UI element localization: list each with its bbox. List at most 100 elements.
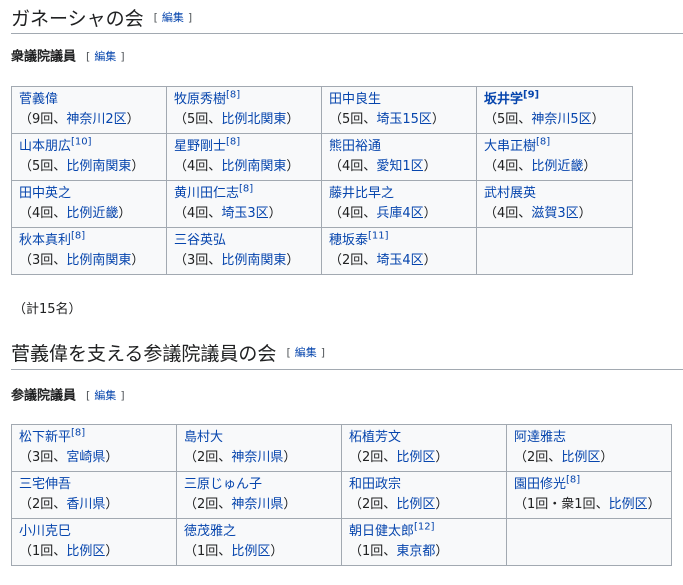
member-name-link[interactable]: 松下新平[8] [19,428,169,448]
member-name-link[interactable]: 園田修光[8] [514,475,664,495]
reference-link[interactable]: [8] [226,137,240,148]
district-link[interactable]: 比例区 [609,497,648,512]
member-name-link[interactable]: 山本朋広[10] [19,137,159,157]
member-name[interactable]: 小川克巳 [19,524,71,539]
district-link[interactable]: 比例近畿 [66,206,118,221]
reference-link[interactable]: [8] [566,475,580,486]
member-name[interactable]: 黄川田仁志 [174,186,239,201]
district-link[interactable]: 埼玉15区 [376,112,432,127]
reference-link[interactable]: [8] [71,428,85,439]
member-name-link[interactable]: 牧原秀樹[8] [174,90,314,110]
member-name[interactable]: 星野剛士 [174,139,226,154]
member-name[interactable]: 菅義偉 [19,92,58,107]
member-name-link[interactable]: 田中良生 [329,90,469,110]
district-link[interactable]: 比例北関東 [221,112,286,127]
councillors-table: 松下新平[8] （3回、宮崎県） 島村大 （2回、神奈川県） 柘植芳文 （2回、比例区）阿… [11,424,672,566]
member-name-link[interactable]: 朝日健太郎[12] [349,522,499,542]
reference-link[interactable]: [10] [71,137,92,148]
member-name[interactable]: 島村大 [184,430,223,445]
reference-link[interactable]: [11] [368,231,389,242]
member-name-link[interactable]: 藤井比早之 [329,184,469,204]
district-link[interactable]: 神奈川県 [231,497,283,512]
member-name[interactable]: 柘植芳文 [349,430,401,445]
member-name-link[interactable]: 田中英之 [19,184,159,204]
member-name-link[interactable]: 三谷英弘 [174,231,314,251]
member-name-link[interactable]: 武村展英 [484,184,625,204]
district-link[interactable]: 比例区 [396,497,435,512]
member-name[interactable]: 山本朋広 [19,139,71,154]
district-link[interactable]: 神奈川県 [231,450,283,465]
member-name-link[interactable]: 穂坂泰[11] [329,231,469,251]
member-name[interactable]: 牧原秀樹 [174,92,226,107]
member-name-link[interactable]: 黄川田仁志[8] [174,184,314,204]
reference-link[interactable]: [9] [523,90,539,101]
member-name[interactable]: 田中良生 [329,92,381,107]
member-term-info: （2回、比例区） [349,450,449,465]
district-link[interactable]: 比例区 [396,450,435,465]
member-cell: 星野剛士[8] （4回、比例南関東） [166,133,322,181]
district-link[interactable]: 埼玉3区 [221,206,268,221]
edit-section-link[interactable]: [編集] [154,11,193,24]
member-name-link[interactable]: 阿達雅志 [514,428,664,448]
district-link[interactable]: 滋賀3区 [531,206,578,221]
district-link[interactable]: 比例区 [231,544,270,559]
district-link[interactable]: 比例南関東 [221,253,286,268]
district-link[interactable]: 東京都 [396,544,435,559]
reference-link[interactable]: [8] [536,137,550,148]
member-name[interactable]: 熊田裕通 [329,139,381,154]
member-name-link[interactable]: 星野剛士[8] [174,137,314,157]
member-name[interactable]: 大串正樹 [484,139,536,154]
member-name-link[interactable]: 熊田裕通 [329,137,469,157]
reference-link[interactable]: [8] [239,184,253,195]
district-link[interactable]: 兵庫4区 [376,206,423,221]
member-name-link[interactable]: 菅義偉 [19,90,159,110]
district-link[interactable]: 比例区 [561,450,600,465]
district-link[interactable]: 埼玉4区 [376,253,423,268]
district-link[interactable]: 神奈川5区 [531,112,591,127]
edit-subsection-link[interactable]: [編集] [86,50,125,63]
member-name[interactable]: 武村展英 [484,186,536,201]
district-link[interactable]: 香川県 [66,497,105,512]
empty-cell [506,518,672,566]
member-name[interactable]: 坂井学 [484,92,523,107]
member-name-link[interactable]: 坂井学[9] [484,90,625,110]
district-link[interactable]: 比例南関東 [66,253,131,268]
member-name[interactable]: 徳茂雅之 [184,524,236,539]
district-link[interactable]: 比例近畿 [531,159,583,174]
member-name[interactable]: 田中英之 [19,186,71,201]
member-name-link[interactable]: 三宅伸吾 [19,475,169,495]
member-name[interactable]: 穂坂泰 [329,233,368,248]
member-name-link[interactable]: 柘植芳文 [349,428,499,448]
member-name[interactable]: 和田政宗 [349,477,401,492]
member-name[interactable]: 藤井比早之 [329,186,394,201]
member-name[interactable]: 三谷英弘 [174,233,226,248]
section-heading-ganesha: ガネーシャの会[編集] [11,8,193,30]
edit-subsection-link[interactable]: [編集] [86,389,125,402]
district-link[interactable]: 比例区 [66,544,105,559]
member-name-link[interactable]: 和田政宗 [349,475,499,495]
district-link[interactable]: 比例南関東 [221,159,286,174]
member-name[interactable]: 三宅伸吾 [19,477,71,492]
term-count: 1回・衆1回 [527,497,596,512]
reference-link[interactable]: [8] [226,90,240,101]
district-link[interactable]: 宮崎県 [66,450,105,465]
member-name[interactable]: 阿達雅志 [514,430,566,445]
member-name-link[interactable]: 三原じゅん子 [184,475,334,495]
member-name[interactable]: 三原じゅん子 [184,477,262,492]
district-link[interactable]: 比例南関東 [66,159,131,174]
edit-section-link[interactable]: [編集] [286,346,325,359]
reference-link[interactable]: [12] [414,522,435,533]
member-cell: 阿達雅志 （2回、比例区） [506,424,672,472]
member-name[interactable]: 秋本真利 [19,233,71,248]
member-name-link[interactable]: 徳茂雅之 [184,522,334,542]
member-name-link[interactable]: 秋本真利[8] [19,231,159,251]
district-link[interactable]: 愛知1区 [376,159,423,174]
member-name[interactable]: 朝日健太郎 [349,524,414,539]
reference-link[interactable]: [8] [71,231,85,242]
member-name[interactable]: 松下新平 [19,430,71,445]
member-name-link[interactable]: 島村大 [184,428,334,448]
member-name-link[interactable]: 大串正樹[8] [484,137,625,157]
district-link[interactable]: 神奈川2区 [66,112,126,127]
member-name-link[interactable]: 小川克巳 [19,522,169,542]
member-name[interactable]: 園田修光 [514,477,566,492]
